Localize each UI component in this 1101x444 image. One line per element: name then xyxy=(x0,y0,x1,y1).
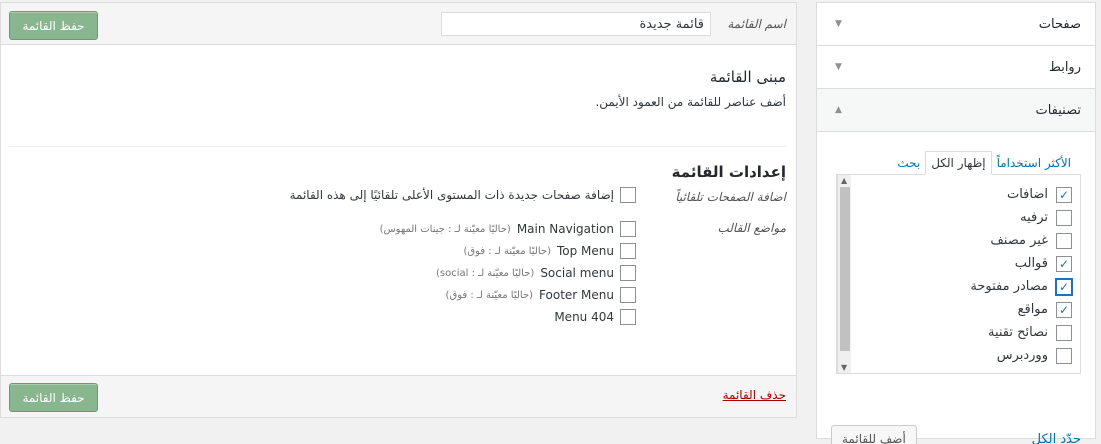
accordion-title: صفحات xyxy=(1038,16,1081,32)
categories-list-box: ▲ ▼ ✓ اضافات ترفيه غير مصنف ✓ قوالب ✓ مص… xyxy=(836,174,1081,374)
menu-name-input[interactable] xyxy=(441,12,711,36)
scrollbar[interactable]: ▲ ▼ xyxy=(837,175,851,373)
menu-structure: مبنى القائمة أضف عناصر للقائمة من العمود… xyxy=(1,68,796,328)
accordion-links[interactable]: روابط ▼ xyxy=(817,46,1095,89)
auto-add-option-text: إضافة صفحات جديدة ذات المستوى الأعلى تلق… xyxy=(289,188,614,202)
category-label: اضافات xyxy=(1006,187,1048,202)
category-list: ✓ اضافات ترفيه غير مصنف ✓ قوالب ✓ مصادر … xyxy=(837,175,1080,367)
theme-locations-label: مواضع القالب xyxy=(717,221,786,235)
scroll-down-icon[interactable]: ▼ xyxy=(841,363,847,372)
tab-most-used[interactable]: الأكثر استخداماً xyxy=(992,152,1076,174)
accordion-pages[interactable]: صفحات ▼ xyxy=(817,3,1095,46)
list-item[interactable]: Main Navigation (حاليًا معيّنة لـ : جينا… xyxy=(380,218,636,240)
menu-footer: حذف القائمة حفظ القائمة xyxy=(1,375,796,417)
select-all-link[interactable]: حدّد الكل xyxy=(1032,432,1081,444)
category-checkbox[interactable]: ✓ xyxy=(1056,278,1072,295)
category-checkbox[interactable]: ✓ xyxy=(1056,301,1072,318)
list-item[interactable]: ترفيه xyxy=(857,206,1072,229)
menu-editor: اسم القائمة حفظ القائمة مبنى القائمة أضف… xyxy=(0,2,797,418)
tab-view-all[interactable]: إظهار الكل xyxy=(925,151,992,175)
location-checkbox[interactable] xyxy=(620,287,636,303)
list-item[interactable]: ✓ اضافات xyxy=(857,183,1072,206)
location-name: Social menu xyxy=(540,266,614,280)
auto-add-checkbox[interactable] xyxy=(620,187,636,203)
location-name: Menu 404 xyxy=(554,310,614,324)
add-to-menu-button[interactable]: أضف للقائمة xyxy=(831,425,917,444)
category-checkbox[interactable]: ✓ xyxy=(1056,255,1072,272)
list-item[interactable]: Menu 404 xyxy=(380,306,636,328)
scroll-up-icon[interactable]: ▲ xyxy=(841,176,847,185)
location-note: (حاليًا معيّنة لـ : جينات المهوس) xyxy=(379,223,511,235)
category-label: قوالب xyxy=(1014,256,1048,271)
list-item[interactable]: Social menu (حاليًا معيّنة لـ : social) xyxy=(380,262,636,284)
menu-items-sidebar: صفحات ▼ روابط ▼ تصنيفات ▲ الأكثر استخدام… xyxy=(816,2,1096,444)
list-item[interactable]: ✓ قوالب xyxy=(857,252,1072,275)
categories-tabs: الأكثر استخداماً إظهار الكل بحث xyxy=(831,146,1081,175)
scroll-thumb[interactable] xyxy=(840,187,850,351)
save-menu-button-bottom[interactable]: حفظ القائمة xyxy=(9,383,98,412)
list-item[interactable]: ✓ مواقع xyxy=(857,298,1072,321)
list-item[interactable]: نصائح تقنية xyxy=(857,321,1072,344)
categories-panel-footer: حدّد الكل أضف للقائمة xyxy=(831,424,1081,444)
category-checkbox[interactable] xyxy=(1056,347,1072,364)
save-menu-button[interactable]: حفظ القائمة xyxy=(9,11,98,40)
location-checkbox[interactable] xyxy=(620,265,636,281)
location-checkbox[interactable] xyxy=(620,243,636,259)
category-label: مصادر مفتوحة xyxy=(970,279,1048,294)
location-note: (حاليًا معيّنة لـ : فوق) xyxy=(463,245,551,257)
list-item[interactable]: ✓ مصادر مفتوحة xyxy=(857,275,1072,298)
category-label: ووردبرس xyxy=(996,348,1048,363)
accordion-title: تصنيفات xyxy=(1035,102,1081,118)
menu-name-label: اسم القائمة xyxy=(727,17,786,31)
auto-add-label: اضافة الصفحات تلقائياً xyxy=(675,190,786,204)
location-note: (حاليًا معيّنة لـ : فوق) xyxy=(445,289,534,301)
category-label: غير مصنف xyxy=(990,233,1048,248)
location-checkbox[interactable] xyxy=(620,221,636,237)
list-item[interactable]: غير مصنف xyxy=(857,229,1072,252)
auto-add-option[interactable]: إضافة صفحات جديدة ذات المستوى الأعلى تلق… xyxy=(290,187,636,203)
category-checkbox[interactable] xyxy=(1056,232,1072,249)
category-label: ترفيه xyxy=(1020,210,1048,225)
checkmark-icon: ✓ xyxy=(1058,279,1070,294)
category-checkbox[interactable] xyxy=(1056,209,1072,226)
menu-structure-description: أضف عناصر للقائمة من العمود الأيمن. xyxy=(595,95,786,109)
menu-settings-title: إعدادات القائمة xyxy=(671,163,786,181)
triangle-down-icon: ▼ xyxy=(835,19,842,29)
category-label: مواقع xyxy=(1017,302,1048,317)
location-name: Footer Menu xyxy=(539,288,614,302)
category-checkbox[interactable] xyxy=(1056,324,1072,341)
category-checkbox[interactable]: ✓ xyxy=(1056,186,1072,203)
location-name: Main Navigation xyxy=(516,222,614,236)
triangle-up-icon: ▲ xyxy=(835,105,842,115)
checkmark-icon: ✓ xyxy=(1058,187,1070,202)
list-item[interactable]: ووردبرس xyxy=(857,344,1072,367)
triangle-down-icon: ▼ xyxy=(835,62,842,72)
theme-locations-list: Main Navigation (حاليًا معيّنة لـ : جينا… xyxy=(380,218,636,328)
checkmark-icon: ✓ xyxy=(1058,256,1070,271)
location-checkbox[interactable] xyxy=(620,309,636,325)
location-name: Top Menu xyxy=(556,244,614,258)
accordion-categories[interactable]: تصنيفات ▲ xyxy=(817,89,1095,132)
menu-structure-title: مبنى القائمة xyxy=(709,68,786,86)
tab-search[interactable]: بحث xyxy=(892,152,925,174)
accordion-title: روابط xyxy=(1048,59,1081,75)
location-note: (حاليًا معيّنة لـ : social) xyxy=(436,267,535,279)
list-item[interactable]: Top Menu (حاليًا معيّنة لـ : فوق) xyxy=(380,240,636,262)
list-item[interactable]: Footer Menu (حاليًا معيّنة لـ : فوق) xyxy=(380,284,636,306)
menu-header: اسم القائمة حفظ القائمة xyxy=(1,3,796,45)
categories-panel: الأكثر استخداماً إظهار الكل بحث ▲ ▼ ✓ اض… xyxy=(817,132,1095,444)
divider xyxy=(9,146,786,147)
theme-locations-setting: مواضع القالب Main Navigation (حاليًا معي… xyxy=(11,218,786,328)
checkmark-icon: ✓ xyxy=(1058,302,1070,317)
category-label: نصائح تقنية xyxy=(987,325,1048,340)
delete-menu-link[interactable]: حذف القائمة xyxy=(723,388,786,402)
auto-add-setting: اضافة الصفحات تلقائياً إضافة صفحات جديدة… xyxy=(11,187,786,209)
